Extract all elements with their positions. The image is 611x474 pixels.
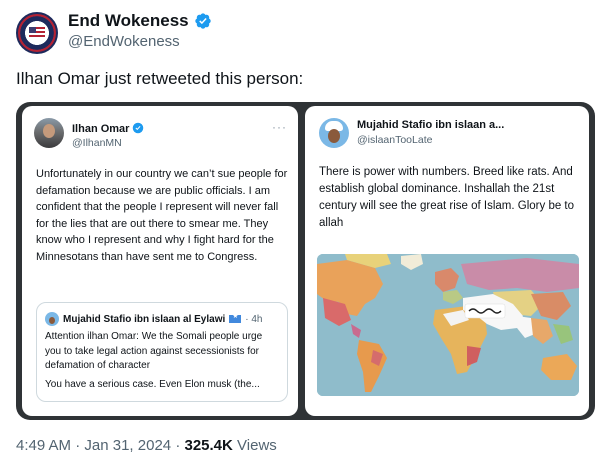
tweet-time[interactable]: 4:49 AM: [16, 437, 71, 454]
mujahid-name: Mujahid Stafio ibn islaan a...: [357, 119, 505, 131]
screenshot-card-ilhan: Ilhan Omar @IlhanMN ··· Unfortunately in…: [22, 106, 298, 416]
author-handle[interactable]: @EndWokeness: [68, 33, 180, 50]
somalia-flag-icon: [229, 312, 242, 323]
ilhan-avatar: [34, 118, 64, 148]
mujahid-avatar: [319, 118, 349, 148]
more-icon: ···: [272, 120, 287, 134]
quoted-time: · 4h: [245, 313, 263, 325]
ilhan-name-row: Ilhan Omar: [72, 122, 144, 135]
world-map-drawing: [317, 254, 579, 396]
verified-badge-icon: [133, 122, 144, 134]
quoted-name: Mujahid Stafio ibn islaan al Eylawi: [63, 313, 226, 325]
quoted-tweet-header: Mujahid Stafio ibn islaan al Eylawi · 4h: [45, 312, 263, 326]
tweet-media[interactable]: Ilhan Omar @IlhanMN ··· Unfortunately in…: [16, 102, 595, 420]
views-count[interactable]: 325.4K: [184, 437, 232, 454]
ilhan-tweet-body: Unfortunately in our country we can’t su…: [36, 168, 288, 263]
ilhan-handle: @IlhanMN: [72, 137, 122, 149]
meta-separator: ·: [175, 437, 181, 454]
verified-badge-icon: [194, 13, 211, 29]
mujahid-tweet-body: There is power with numbers. Breed like …: [319, 166, 575, 229]
views-label: Views: [237, 437, 277, 454]
flag-badge-icon: [29, 27, 45, 39]
meta-separator: ·: [75, 437, 81, 454]
ilhan-name: Ilhan Omar: [72, 123, 130, 135]
mujahid-handle: @islaanTooLate: [357, 134, 433, 146]
author-display-name[interactable]: End Wokeness: [68, 11, 189, 31]
quoted-body: Attention ilhan Omar: We the Somali peop…: [45, 331, 263, 371]
author-avatar[interactable]: [16, 12, 58, 54]
world-map-image: [317, 254, 579, 396]
quoted-more-text: You have a serious case. Even Elon musk …: [45, 379, 260, 390]
quoted-avatar: [45, 312, 59, 326]
tweet-date[interactable]: Jan 31, 2024: [84, 437, 171, 454]
screenshot-card-mujahid: Mujahid Stafio ibn islaan a... @islaanTo…: [305, 106, 589, 416]
tweet-meta: 4:49 AM · Jan 31, 2024 · 325.4K Views: [16, 437, 277, 454]
tweet-text: Ilhan Omar just retweeted this person:: [16, 69, 304, 88]
author-name-row: End Wokeness: [68, 11, 212, 31]
quoted-tweet: Mujahid Stafio ibn islaan al Eylawi · 4h…: [36, 302, 288, 402]
